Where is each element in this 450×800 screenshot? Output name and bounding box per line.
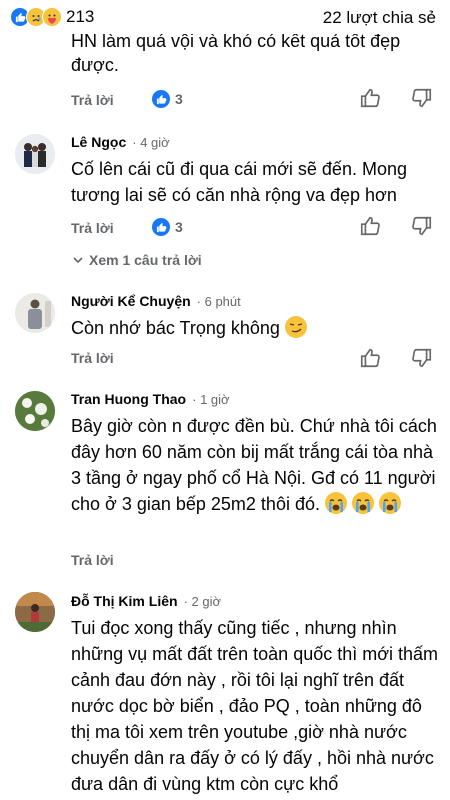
reply-button[interactable]: Trả lời <box>71 350 114 366</box>
comment-time-value: 6 phút <box>204 293 241 309</box>
like-count-value: 3 <box>175 91 183 107</box>
reply-button[interactable]: Trả lời <box>71 552 114 568</box>
dislike-button-icon[interactable] <box>411 347 433 369</box>
comment-text-value: Còn nhớ bác Trọng không <box>71 318 280 338</box>
comment-like-count: 3 <box>152 218 183 236</box>
comment-header: Đỗ Thị Kim Liên · 2 giờ <box>71 593 221 609</box>
like-icon <box>152 90 170 108</box>
comment-text: được. <box>71 55 119 75</box>
like-button-icon[interactable] <box>359 347 381 369</box>
comment-text: Cố lên cái cũ đi qua cái mới sẽ đến. Mon… <box>71 159 407 205</box>
like-count-value: 3 <box>175 219 183 235</box>
view-replies-button[interactable]: Xem 1 câu trả lời <box>71 252 202 268</box>
crying-emoji-icon <box>325 492 347 514</box>
care-reaction-icon <box>42 7 62 27</box>
comment-time-value: 2 giờ <box>191 593 222 609</box>
comment-text: Còn nhớ bác Trọng không <box>71 315 431 341</box>
comment-text: Tui đọc xong thấy cũng tiếc , nhưng nhìn… <box>71 618 439 794</box>
comment-time: · 1 giờ <box>192 391 230 407</box>
commenter-name[interactable]: Lê Ngọc <box>71 134 126 150</box>
reply-button[interactable]: Trả lời <box>71 220 114 236</box>
comment-header: Người Kể Chuyện · 6 phút <box>71 293 241 309</box>
reaction-count: 213 <box>66 7 95 26</box>
reply-button[interactable]: Trả lời <box>71 92 114 108</box>
comment-like-count: 3 <box>152 90 183 108</box>
like-icon <box>152 218 170 236</box>
avatar[interactable] <box>15 592 55 632</box>
comment-time-value: 4 giờ <box>140 134 170 150</box>
commenter-name[interactable]: Đỗ Thị Kim Liên <box>71 593 178 609</box>
smirk-emoji-icon <box>284 316 307 338</box>
share-count[interactable]: 22 lượt chia sẻ <box>323 8 436 28</box>
reaction-summary-bar: 213 22 lượt chia sẻ <box>0 0 450 34</box>
comment-time: · 4 giờ <box>132 134 170 150</box>
dislike-button-icon[interactable] <box>411 87 433 109</box>
avatar[interactable] <box>15 293 55 333</box>
view-replies-label: Xem 1 câu trả lời <box>89 252 202 268</box>
crying-emoji-icon <box>352 492 375 514</box>
comment-text: Bây giờ còn n được đền bù. Chứ nhà tôi c… <box>71 413 441 517</box>
like-button-icon[interactable] <box>359 215 381 237</box>
reactions-summary[interactable]: 213 <box>10 7 94 27</box>
comment-header: Lê Ngọc · 4 giờ <box>71 134 170 150</box>
like-button-icon[interactable] <box>359 87 381 109</box>
comment-time: · 6 phút <box>196 293 241 309</box>
comment-time-value: 1 giờ <box>200 391 230 407</box>
comment-time: · 2 giờ <box>183 593 222 609</box>
commenter-name[interactable]: Người Kể Chuyện <box>71 293 191 309</box>
dislike-button-icon[interactable] <box>411 215 433 237</box>
avatar[interactable] <box>15 391 55 431</box>
avatar[interactable] <box>15 134 55 174</box>
crying-emoji-icon <box>379 492 402 514</box>
comment-header: Tran Huong Thao · 1 giờ <box>71 391 230 407</box>
commenter-name[interactable]: Tran Huong Thao <box>71 391 186 407</box>
chevron-down-icon <box>73 257 83 264</box>
